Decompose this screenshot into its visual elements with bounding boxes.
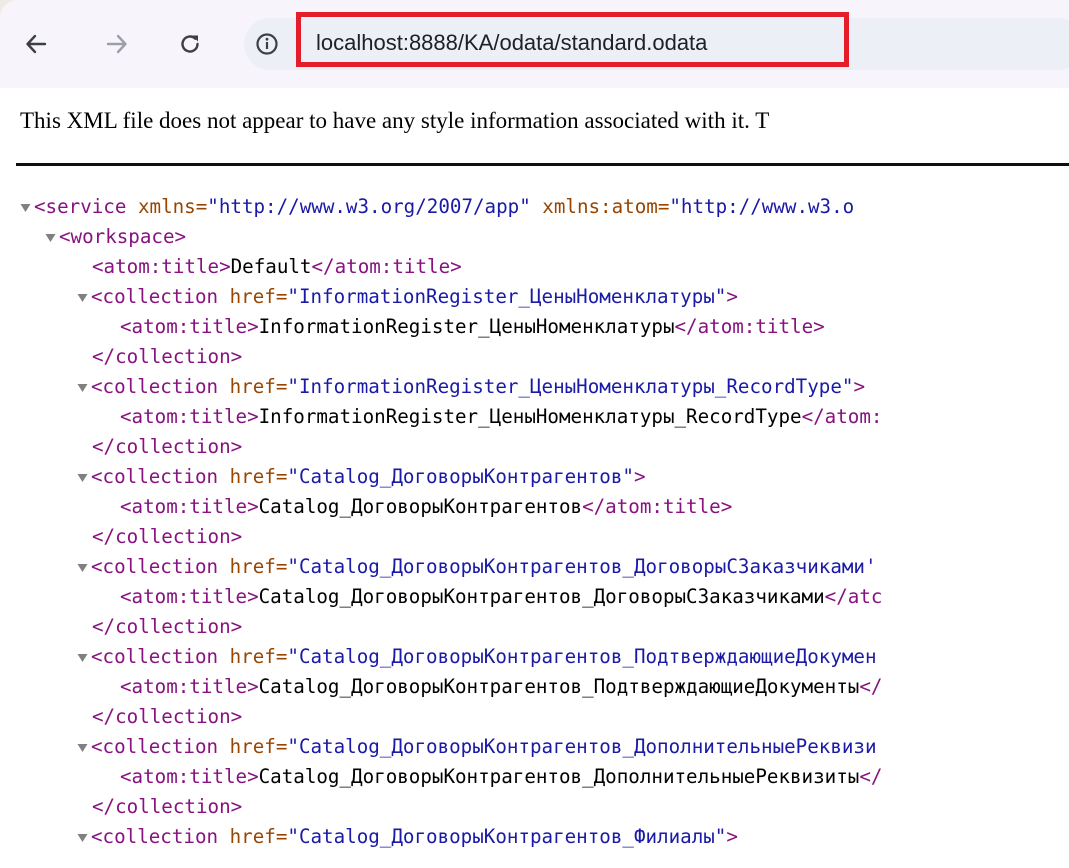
xml-line-collection-title: <atom:title>Catalog_ДоговорыКонтрагентов… xyxy=(120,495,733,518)
xml-line-collection-open: <collection href="Catalog_ДоговорыКонтра… xyxy=(0,732,1069,762)
xml-line-collection-close: </collection> xyxy=(92,345,243,368)
collapse-triangle-icon[interactable] xyxy=(18,192,32,222)
xml-line-collection-close: </collection> xyxy=(92,795,243,818)
browser-toolbar: localhost:8888/KA/odata/standard.odata xyxy=(0,0,1069,88)
banner-divider xyxy=(16,163,1069,166)
back-button[interactable] xyxy=(16,24,56,64)
xml-line-collection-title: <atom:title>InformationRegister_ЦеныНоме… xyxy=(120,315,825,338)
arrow-right-icon xyxy=(106,34,127,54)
reload-button[interactable] xyxy=(170,24,210,64)
arrow-left-icon xyxy=(26,34,47,54)
reload-icon xyxy=(181,35,199,53)
collapse-triangle-icon[interactable] xyxy=(43,222,57,252)
page-content: This XML file does not appear to have an… xyxy=(0,88,1069,868)
site-info-button[interactable] xyxy=(254,31,280,57)
browser-window: localhost:8888/KA/odata/standard.odata T… xyxy=(0,0,1069,868)
collapse-triangle-icon[interactable] xyxy=(75,282,89,312)
xml-line-collection-title: <atom:title>Catalog_ДоговорыКонтрагентов… xyxy=(120,765,883,788)
collapse-triangle-icon[interactable] xyxy=(75,642,89,672)
xml-line-collection-close: </collection> xyxy=(92,435,243,458)
xml-line-collection-title: <atom:title>InformationRegister_ЦеныНоме… xyxy=(120,405,883,428)
xml-tree: <service xmlns="http://www.w3.org/2007/a… xyxy=(0,192,1069,852)
xml-line-collection-open: <collection href="Catalog_ДоговорыКонтра… xyxy=(0,552,1069,582)
xml-line-workspace: <workspace> xyxy=(0,222,1069,252)
collapse-triangle-icon[interactable] xyxy=(75,732,89,762)
xml-line-collection-open: <collection href="Catalog_ДоговорыКонтра… xyxy=(0,822,1069,852)
xml-style-info-banner: This XML file does not appear to have an… xyxy=(20,108,770,133)
url-text[interactable]: localhost:8888/KA/odata/standard.odata xyxy=(316,30,707,56)
xml-line-collection-open: <collection href="InformationRegister_Це… xyxy=(0,282,1069,312)
forward-button[interactable] xyxy=(97,24,137,64)
collapse-triangle-icon[interactable] xyxy=(75,822,89,852)
xml-line-collection-close: </collection> xyxy=(92,615,243,638)
xml-line-default-title: <atom:title>Default</atom:title> xyxy=(92,255,462,278)
xml-line-collection-open: <collection href="Catalog_ДоговорыКонтра… xyxy=(0,462,1069,492)
collapse-triangle-icon[interactable] xyxy=(75,462,89,492)
xml-line-collection-close: </collection> xyxy=(92,525,243,548)
xml-line-collection-close: </collection> xyxy=(92,705,243,728)
collapse-triangle-icon[interactable] xyxy=(75,372,89,402)
collapse-triangle-icon[interactable] xyxy=(75,552,89,582)
xml-line-collection-title: <atom:title>Catalog_ДоговорыКонтрагентов… xyxy=(120,585,883,608)
xml-line-collection-title: <atom:title>Catalog_ДоговорыКонтрагентов… xyxy=(120,675,883,698)
xml-line-collection-open: <collection href="Catalog_ДоговорыКонтра… xyxy=(0,642,1069,672)
xml-line-service: <service xmlns="http://www.w3.org/2007/a… xyxy=(0,192,1069,222)
xml-line-collection-open: <collection href="InformationRegister_Це… xyxy=(0,372,1069,402)
info-circle-icon xyxy=(256,33,278,55)
